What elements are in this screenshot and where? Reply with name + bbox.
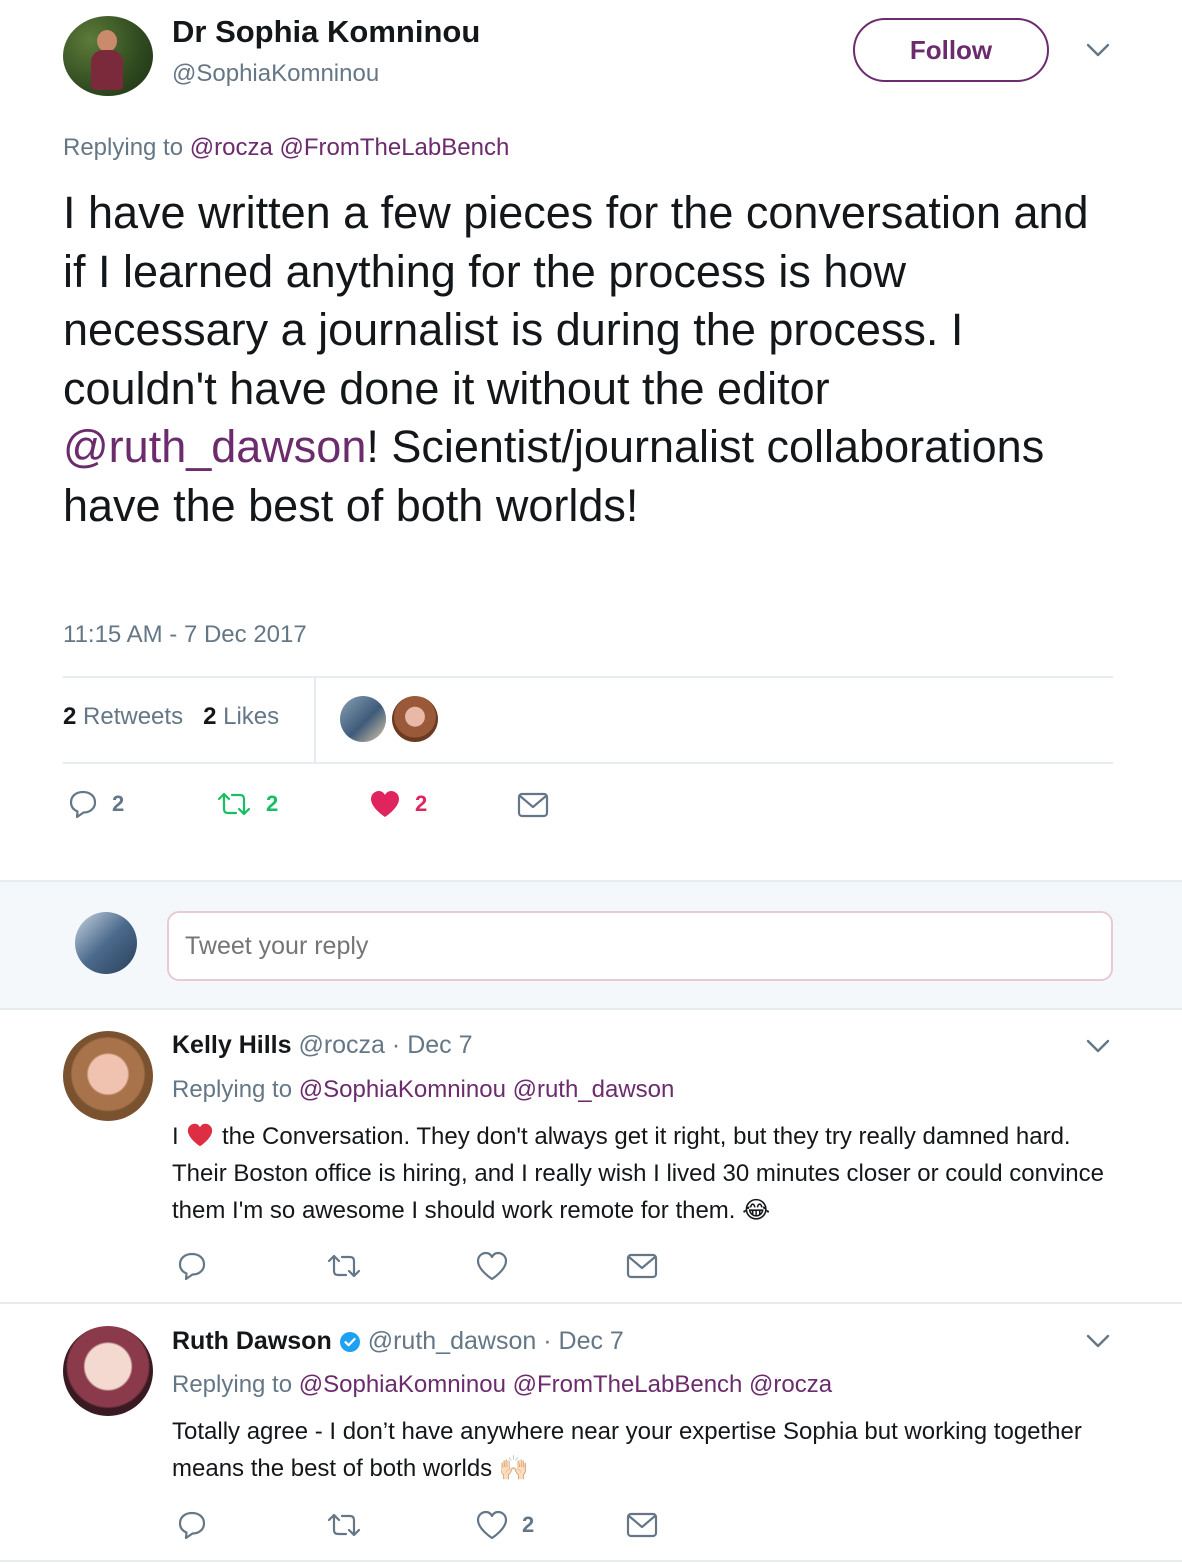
author-name[interactable]: Dr Sophia Komninou (172, 14, 480, 50)
reply-avatar[interactable] (63, 1326, 153, 1416)
replying-prefix: Replying to (63, 134, 184, 161)
like-count: 2 (522, 1512, 535, 1537)
retweet-icon[interactable] (326, 1251, 362, 1281)
tweet-text: I have written a few pieces for the conv… (63, 184, 1113, 535)
chevron-down-icon[interactable] (1086, 1333, 1110, 1349)
heart-icon (369, 789, 401, 819)
replying-to: Replying to @SophiaKomninou @FromTheLabB… (172, 1371, 832, 1399)
reply-header: Ruth Dawson @ruth_dawson · Dec 7 (172, 1327, 624, 1356)
divider (63, 676, 1113, 678)
like-count: 2 (415, 791, 428, 816)
reply-icon[interactable] (177, 1251, 207, 1281)
author-avatar[interactable] (63, 16, 153, 96)
likes-label: Likes (223, 703, 280, 730)
mention-link[interactable]: @SophiaKomninou @ruth_dawson (299, 1076, 675, 1103)
retweets-count: 2 (63, 703, 77, 730)
retweets-label: Retweets (83, 703, 184, 730)
follow-button[interactable]: Follow (853, 18, 1049, 82)
replying-prefix: Replying to (172, 1076, 293, 1103)
reply-avatar[interactable] (63, 1031, 153, 1121)
reply-text: I the Conversation. They don't always ge… (172, 1118, 1112, 1229)
user-avatar (75, 912, 137, 974)
replying-prefix: Replying to (172, 1371, 293, 1398)
author-handle[interactable]: @SophiaKomninou (172, 60, 379, 88)
divider (63, 762, 1113, 764)
reply-text-rest: the Conversation. They don't always get … (172, 1123, 1105, 1224)
retweet-action[interactable]: 2 (216, 789, 278, 819)
like-action[interactable]: 2 (369, 789, 427, 819)
reply-header: Kelly Hills @rocza · Dec 7 (172, 1031, 473, 1060)
heart-emoji-icon (185, 1122, 215, 1148)
liker-avatar[interactable] (340, 696, 386, 742)
heart-icon (476, 1510, 508, 1540)
dm-icon[interactable] (626, 1253, 658, 1279)
likes-count: 2 (203, 703, 217, 730)
reply-author-name[interactable]: Kelly Hills (172, 1031, 292, 1059)
retweet-icon (216, 789, 252, 819)
reply-author-handle[interactable]: @ruth_dawson (368, 1327, 537, 1356)
tweet-text-part1: I have written a few pieces for the conv… (63, 187, 1089, 414)
reply-text-start: I (172, 1123, 179, 1150)
likes-stat[interactable]: 2 Likes (203, 703, 279, 731)
reply-icon (68, 789, 98, 819)
reply-action[interactable]: 2 (68, 789, 124, 819)
divider (0, 1560, 1182, 1562)
liker-avatar[interactable] (392, 696, 438, 742)
laughing-emoji-icon: 😂 (742, 1197, 771, 1224)
raised-hands-emoji-icon: 🙌🏻 (498, 1455, 529, 1482)
reply-date[interactable]: · Dec 7 (392, 1031, 473, 1059)
retweet-icon[interactable] (326, 1510, 362, 1540)
stats-divider (314, 678, 316, 764)
reply-icon[interactable] (177, 1510, 207, 1540)
reply-date[interactable]: · Dec 7 (543, 1327, 624, 1356)
retweets-stat[interactable]: 2 Retweets (63, 703, 183, 731)
tweet-stats: 2 Retweets 2 Likes (63, 703, 279, 731)
dm-icon[interactable] (626, 1512, 658, 1538)
tweet-reply-input[interactable] (167, 911, 1113, 981)
mention-link[interactable]: @rocza (190, 134, 273, 161)
follow-label: Follow (909, 34, 993, 65)
mention-link[interactable]: @SophiaKomninou @FromTheLabBench @rocza (299, 1371, 832, 1398)
chevron-down-icon[interactable] (1086, 42, 1110, 58)
mention-link[interactable]: @FromTheLabBench (279, 134, 509, 161)
dm-icon[interactable] (517, 792, 549, 818)
reply-box-area (0, 880, 1182, 1010)
replying-to: Replying to @rocza @FromTheLabBench (63, 134, 509, 162)
tweet-timestamp[interactable]: 11:15 AM - 7 Dec 2017 (63, 621, 307, 649)
replying-to: Replying to @SophiaKomninou @ruth_dawson (172, 1076, 674, 1104)
reply-text-body: Totally agree - I don’t have anywhere ne… (172, 1418, 1082, 1482)
reply-author-handle[interactable]: @rocza (298, 1031, 385, 1059)
divider (0, 1302, 1182, 1304)
heart-icon[interactable] (476, 1251, 508, 1281)
like-action[interactable]: 2 (476, 1510, 534, 1540)
reply-author-name[interactable]: Ruth Dawson (172, 1327, 332, 1356)
reply-count: 2 (112, 791, 125, 816)
chevron-down-icon[interactable] (1086, 1038, 1110, 1054)
mention-link[interactable]: @ruth_dawson (63, 421, 366, 472)
retweet-count: 2 (266, 791, 279, 816)
reply-text: Totally agree - I don’t have anywhere ne… (172, 1413, 1112, 1487)
verified-icon (339, 1331, 361, 1353)
